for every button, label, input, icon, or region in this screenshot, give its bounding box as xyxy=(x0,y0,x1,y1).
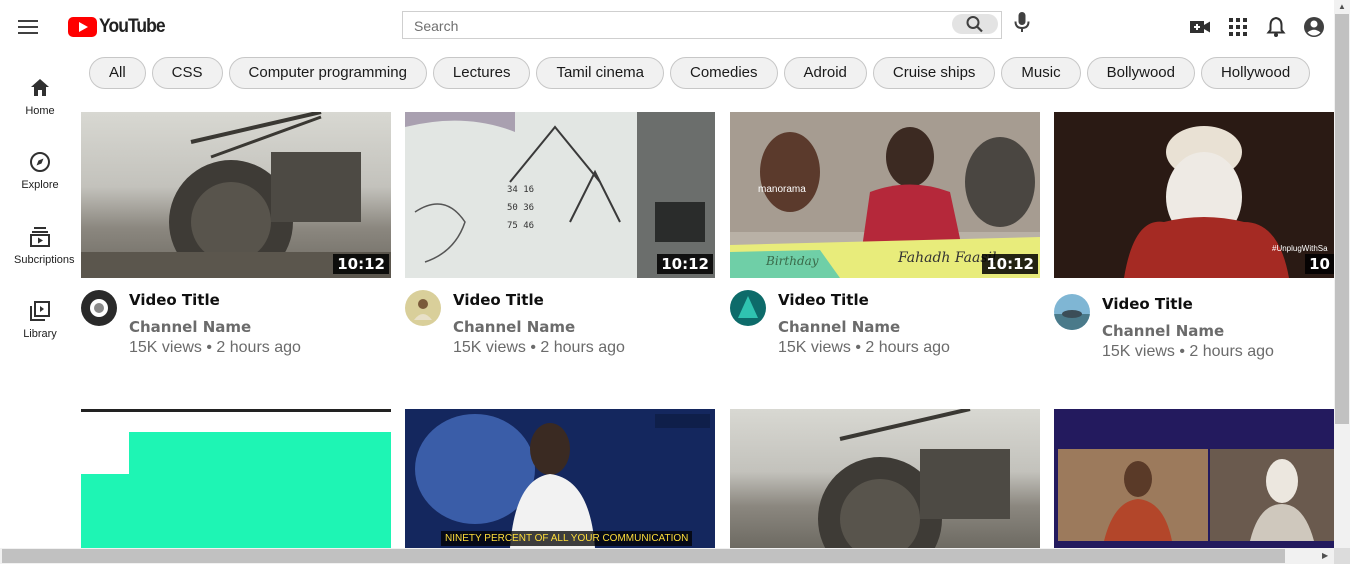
top-bar: YouTube xyxy=(0,0,1334,54)
channel-avatar[interactable] xyxy=(405,290,441,326)
chip-hollywood[interactable]: Hollywood xyxy=(1200,57,1311,89)
youtube-logo[interactable]: YouTube xyxy=(68,16,170,38)
chip-music[interactable]: Music xyxy=(1001,57,1081,89)
mic-icon[interactable] xyxy=(1014,12,1030,34)
chip-computer-programming[interactable]: Computer programming xyxy=(228,57,427,89)
explore-icon xyxy=(30,152,50,172)
sidebar-item-label: Explore xyxy=(21,179,59,191)
channel-avatar[interactable] xyxy=(81,290,117,326)
sidebar-item-explore[interactable]: Explore xyxy=(0,150,80,191)
video-duration: 10:12 xyxy=(982,254,1038,274)
sidebar-item-label: Home xyxy=(25,105,55,117)
avatar-image xyxy=(1054,310,1090,330)
channel-avatar[interactable] xyxy=(1054,294,1090,330)
video-subtitle: NINETY PERCENT OF ALL YOUR COMMUNICATION xyxy=(441,531,693,546)
channel-name[interactable]: Channel Name xyxy=(778,318,900,336)
chip-cruise-ships[interactable]: Cruise ships xyxy=(872,57,996,89)
avatar-image xyxy=(738,296,758,318)
scroll-right-icon[interactable]: ▶ xyxy=(1322,552,1328,560)
video-thumbnail[interactable]: #UnplugWithSa 10 xyxy=(1054,112,1334,278)
subscriptions-icon xyxy=(30,227,50,247)
video-thumbnail[interactable] xyxy=(1054,409,1334,548)
video-thumbnail[interactable] xyxy=(730,409,1040,548)
search-button[interactable] xyxy=(952,14,998,34)
video-meta: 15K views • 2 hours ago xyxy=(1102,343,1274,360)
sidebar-item-library[interactable]: Library xyxy=(0,299,80,340)
video-thumbnail[interactable]: manorama Birthday Fahadh Faasil 10:12 xyxy=(730,112,1040,278)
horizontal-scroll-thumb[interactable] xyxy=(2,549,1285,563)
video-duration: 10:12 xyxy=(657,254,713,274)
video-thumbnail[interactable]: NINETY PERCENT OF ALL YOUR COMMUNICATION xyxy=(405,409,715,548)
scroll-up-icon[interactable]: ▲ xyxy=(1338,3,1346,11)
chip-adroid[interactable]: Adroid xyxy=(783,57,867,89)
video-thumbnail[interactable] xyxy=(81,409,391,548)
chip-comedies[interactable]: Comedies xyxy=(670,57,778,89)
scrollbar-corner xyxy=(1334,548,1350,564)
channel-name[interactable]: Channel Name xyxy=(1102,322,1224,340)
chip-tamil-cinema[interactable]: Tamil cinema xyxy=(536,57,664,89)
video-thumbnail[interactable]: 10:12 xyxy=(81,112,391,278)
chip-bar: All CSS Computer programming Lectures Ta… xyxy=(89,57,1311,89)
video-thumbnail[interactable]: 34 16 50 36 75 46 10:12 xyxy=(405,112,715,278)
sidebar-item-label: Library xyxy=(23,328,57,340)
create-video-icon[interactable] xyxy=(1189,16,1211,38)
sidebar-item-label: Subcriptions xyxy=(14,254,75,266)
sidebar-item-subscriptions[interactable]: Subcriptions xyxy=(0,225,80,266)
birthday-text: Birthday xyxy=(766,254,819,268)
channel-name[interactable]: Channel Name xyxy=(129,318,251,336)
chip-lectures[interactable]: Lectures xyxy=(432,57,531,89)
chip-all[interactable]: All xyxy=(89,57,146,89)
video-meta: 15K views • 2 hours ago xyxy=(778,339,950,356)
apps-icon[interactable] xyxy=(1227,16,1249,38)
svg-text:34 16: 34 16 xyxy=(507,185,534,195)
video-duration: 10 xyxy=(1305,254,1334,274)
video-duration: 10:12 xyxy=(333,254,389,274)
channel-avatar[interactable] xyxy=(730,290,766,326)
video-meta: 15K views • 2 hours ago xyxy=(129,339,301,356)
vertical-scroll-thumb[interactable] xyxy=(1335,14,1349,424)
video-call-image xyxy=(1054,409,1334,548)
video-meta: 15K views • 2 hours ago xyxy=(453,339,625,356)
video-title[interactable]: Video Title xyxy=(453,291,544,309)
chip-bollywood[interactable]: Bollywood xyxy=(1086,57,1195,89)
account-icon[interactable] xyxy=(1303,16,1325,38)
search-icon xyxy=(966,16,983,33)
video-title[interactable]: Video Title xyxy=(129,291,220,309)
video-title[interactable]: Video Title xyxy=(1102,295,1193,313)
sidebar-item-home[interactable]: Home xyxy=(0,76,80,117)
notifications-icon[interactable] xyxy=(1265,16,1287,38)
svg-text:75 46: 75 46 xyxy=(507,221,534,231)
avatar-image xyxy=(90,299,108,317)
hashtag-text: #UnplugWithSa xyxy=(1272,244,1328,253)
menu-icon[interactable] xyxy=(16,17,40,37)
video-title[interactable]: Video Title xyxy=(778,291,869,309)
svg-text:50 36: 50 36 xyxy=(507,203,534,213)
excavator-image xyxy=(818,409,1010,548)
search-box xyxy=(402,11,1002,39)
channel-name[interactable]: Channel Name xyxy=(453,318,575,336)
speaker-stage-image xyxy=(405,409,715,548)
home-icon xyxy=(31,79,49,96)
avatar-image xyxy=(414,299,432,320)
white-box xyxy=(81,429,129,474)
logo-text: YouTube xyxy=(99,16,166,37)
library-icon xyxy=(30,301,50,321)
play-logo-icon xyxy=(68,17,97,37)
speaker-image xyxy=(1054,112,1334,278)
channel-watermark: manorama xyxy=(758,184,806,195)
search-input[interactable] xyxy=(412,13,956,39)
chip-css[interactable]: CSS xyxy=(151,57,223,89)
